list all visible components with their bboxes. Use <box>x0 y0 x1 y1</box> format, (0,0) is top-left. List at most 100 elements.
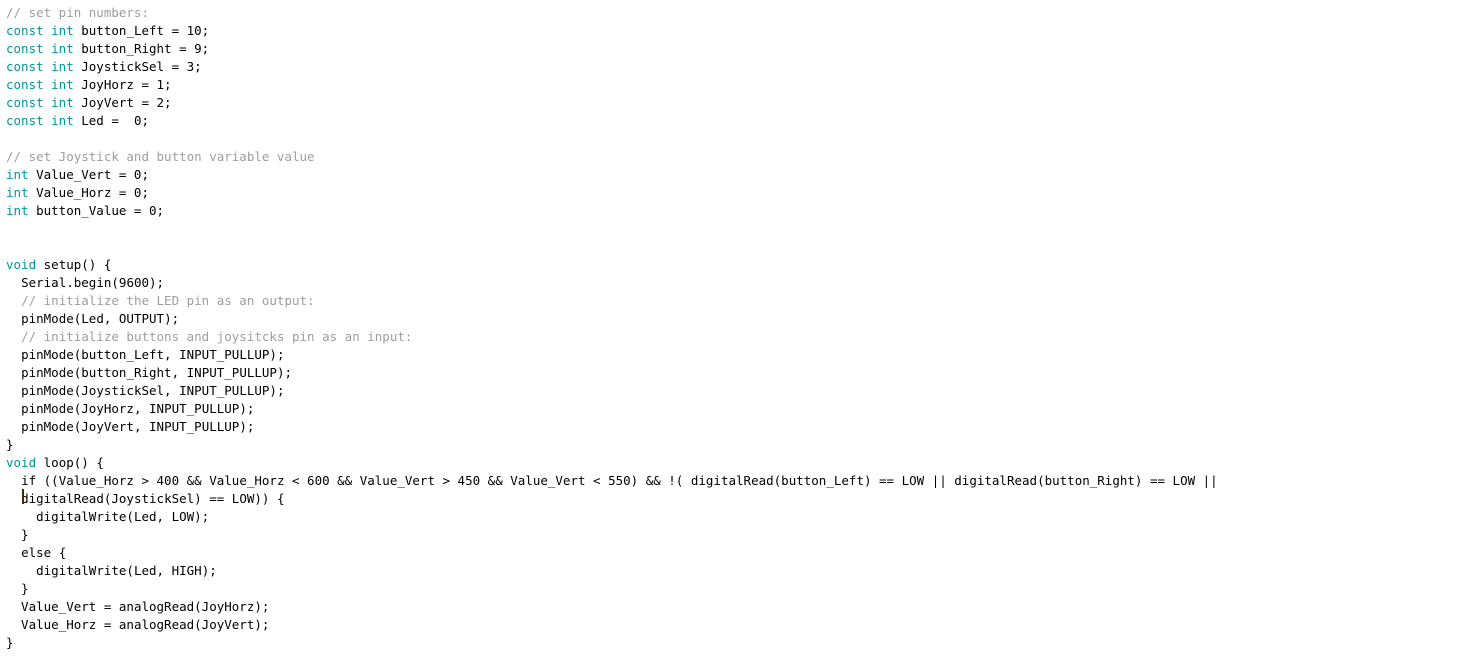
code-line[interactable]: digitalWrite(Led, HIGH); <box>6 562 1218 580</box>
code-token-function: digitalRead <box>954 473 1038 488</box>
code-line[interactable]: Value_Vert = analogRead(JoyHorz); <box>6 598 1218 616</box>
code-token-plain: () { <box>81 257 112 272</box>
code-token-plain: } <box>6 527 29 542</box>
code-line[interactable]: const int Led = 0; <box>6 112 1218 130</box>
code-line[interactable]: // set pin numbers: <box>6 4 1218 22</box>
code-line[interactable]: pinMode(button_Left, INPUT_PULLUP); <box>6 346 1218 364</box>
code-line[interactable]: } <box>6 436 1218 454</box>
code-token-plain: } <box>6 581 29 596</box>
code-token-plain: (Led, <box>126 563 172 578</box>
code-token-function: analogRead <box>118 617 195 632</box>
code-token-keyword: const int <box>6 41 74 56</box>
code-token-plain: (JoystickSel) == <box>103 491 232 506</box>
code-token-constant: INPUT_PULLUP <box>179 347 270 362</box>
code-line[interactable]: // set Joystick and button variable valu… <box>6 148 1218 166</box>
code-line[interactable]: if ((Value_Horz > 400 && Value_Horz < 60… <box>6 472 1218 490</box>
code-line[interactable]: } <box>6 634 1218 652</box>
code-token-plain: Value_Vert = <box>6 599 119 614</box>
code-token-function: pinMode <box>21 347 74 362</box>
code-token-constant: OUTPUT <box>118 311 165 326</box>
code-token-plain: (button_Right) == <box>1037 473 1173 488</box>
code-line[interactable]: // initialize buttons and joysitcks pin … <box>6 328 1218 346</box>
code-line[interactable]: pinMode(Led, OUTPUT); <box>6 310 1218 328</box>
code-line[interactable]: int Value_Horz = 0; <box>6 184 1218 202</box>
code-token-keyword: const int <box>6 23 74 38</box>
code-token-function: digitalWrite <box>36 563 127 578</box>
code-token-plain: (JoyHorz, <box>73 401 150 416</box>
code-line[interactable]: pinMode(JoyHorz, INPUT_PULLUP); <box>6 400 1218 418</box>
text-cursor-caret <box>22 489 24 504</box>
code-token-keyword: const int <box>6 59 74 74</box>
code-token-function: analogRead <box>118 599 195 614</box>
code-line[interactable]: const int JoyVert = 2; <box>6 94 1218 112</box>
code-line[interactable]: const int button_Right = 9; <box>6 40 1218 58</box>
code-token-function: pinMode <box>21 311 74 326</box>
code-token-plain: (button_Right, <box>73 365 187 380</box>
code-line[interactable]: const int JoyHorz = 1; <box>6 76 1218 94</box>
source-code-text[interactable]: // set pin numbers: const int button_Left… <box>6 4 1218 652</box>
code-token-constant: HIGH <box>171 563 202 578</box>
code-token-constant: INPUT_PULLUP <box>149 419 240 434</box>
code-token-function: digitalWrite <box>36 509 127 524</box>
code-token-plain: Value_Vert = 0; <box>28 167 149 182</box>
code-token-plain: ((Value_Horz > 400 && Value_Horz < 600 &… <box>36 473 691 488</box>
code-token-constant: LOW <box>1172 473 1196 488</box>
code-token-plain: } <box>6 437 14 452</box>
code-token-plain: { <box>51 545 67 560</box>
code-token-keyword: void <box>6 455 37 470</box>
code-line[interactable]: void loop() { <box>6 454 1218 472</box>
code-token-plain: ); <box>239 401 255 416</box>
code-token-plain: JoystickSel = 3; <box>73 59 202 74</box>
code-line[interactable]: digitalWrite(Led, LOW); <box>6 508 1218 526</box>
code-token-plain: || <box>1195 473 1218 488</box>
code-token-plain: Value_Horz = 0; <box>28 185 149 200</box>
code-token-function: pinMode <box>21 365 74 380</box>
code-line[interactable]: pinMode(JoystickSel, INPUT_PULLUP); <box>6 382 1218 400</box>
code-token-keyword: const int <box>6 113 74 128</box>
code-token-plain: JoyHorz = 1; <box>73 77 172 92</box>
code-token-function: digitalRead <box>21 491 104 506</box>
code-line[interactable]: } <box>6 580 1218 598</box>
code-line[interactable]: // initialize the LED pin as an output: <box>6 292 1218 310</box>
code-token-keyword: const int <box>6 77 74 92</box>
code-token-constant: INPUT_PULLUP <box>186 365 277 380</box>
code-token-plain: (9600); <box>111 275 165 290</box>
code-token-plain: ); <box>276 365 293 380</box>
code-token-constant: INPUT_PULLUP <box>149 401 240 416</box>
code-line[interactable]: const int JoystickSel = 3; <box>6 58 1218 76</box>
code-line[interactable]: else { <box>6 544 1218 562</box>
code-line[interactable]: ​ <box>6 130 1218 148</box>
code-line[interactable]: ​ <box>6 238 1218 256</box>
code-line[interactable]: void setup() { <box>6 256 1218 274</box>
code-editor-pane[interactable]: // set pin numbers: const int button_Left… <box>0 0 1458 656</box>
code-token-comment: // set pin numbers: <box>6 5 149 20</box>
code-token-plain: button_Value = 0; <box>28 203 165 218</box>
code-line[interactable]: } <box>6 526 1218 544</box>
code-line[interactable]: int button_Value = 0; <box>6 202 1218 220</box>
code-token-plain: Value_Horz = <box>6 617 119 632</box>
code-line[interactable]: digitalRead(JoystickSel) == LOW)) { <box>6 490 1218 508</box>
code-token-comment: // initialize the LED pin as an output: <box>21 293 315 308</box>
code-token-constant: LOW <box>901 473 925 488</box>
code-line[interactable]: const int button_Left = 10; <box>6 22 1218 40</box>
code-line[interactable]: int Value_Vert = 0; <box>6 166 1218 184</box>
code-token-keyword: int <box>6 203 29 218</box>
code-token-plain: button_Left = 10; <box>73 23 210 38</box>
code-token-function: pinMode <box>21 401 74 416</box>
code-token-keyword: int <box>6 167 29 182</box>
code-line[interactable]: pinMode(JoyVert, INPUT_PULLUP); <box>6 418 1218 436</box>
code-line[interactable]: pinMode(button_Right, INPUT_PULLUP); <box>6 364 1218 382</box>
code-line[interactable]: ​ <box>6 220 1218 238</box>
code-line[interactable]: Value_Horz = analogRead(JoyVert); <box>6 616 1218 634</box>
code-line[interactable]: Serial.begin(9600); <box>6 274 1218 292</box>
